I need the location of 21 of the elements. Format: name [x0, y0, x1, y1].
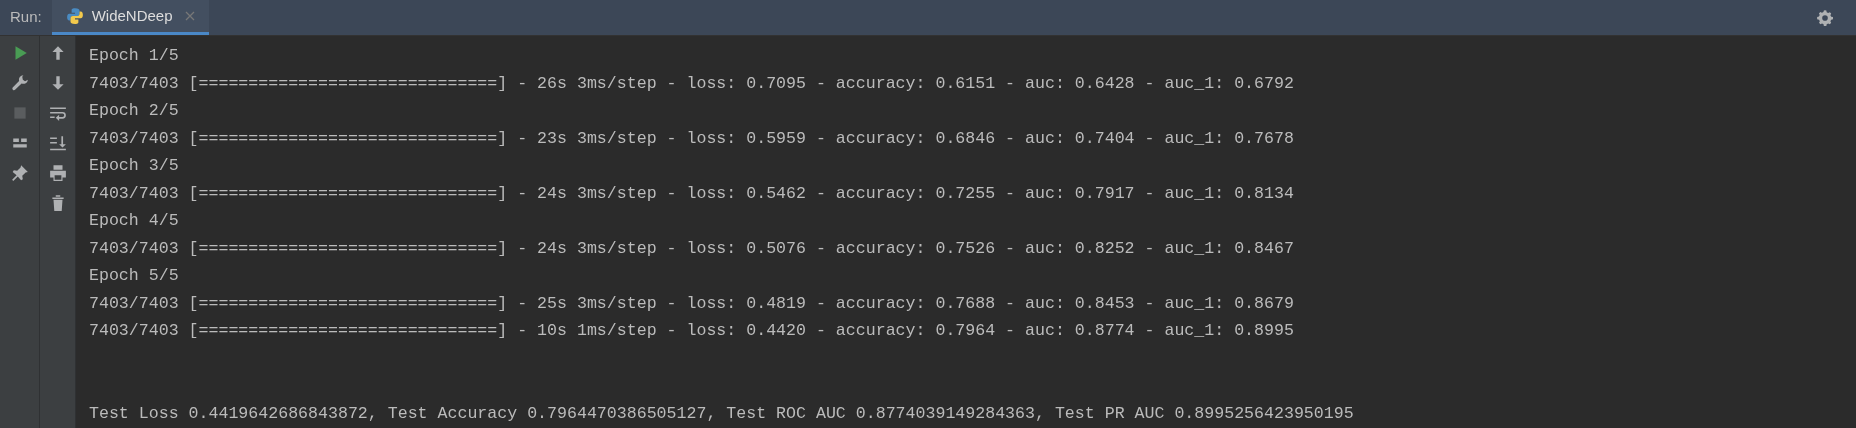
print-icon[interactable]: [48, 164, 67, 182]
pin-icon[interactable]: [10, 164, 29, 182]
console-line: Epoch 3/5: [89, 155, 179, 177]
console-line: 7403/7403 [==============================] - 10s 1ms/step - loss: 0.4420 - accuracy: 0.7964 - auc: 0.8774 - auc_1: 0.8995: [89, 320, 1294, 342]
console-line: 7403/7403 [==============================] - 26s 3ms/step - loss: 0.7095 - accuracy: 0.6151 - auc: 0.6428 - auc_1: 0.6792: [89, 72, 1294, 95]
console-line: 7403/7403 [==============================] - 24s 3ms/step - loss: 0.5462 - accuracy: 0.7255 - auc: 0.7917 - auc_1: 0.8134: [89, 182, 1294, 205]
console-line: Epoch 4/5: [89, 210, 179, 232]
console-line: Epoch 2/5: [89, 100, 179, 122]
settings-icon[interactable]: [1816, 8, 1834, 27]
soft-wrap-icon[interactable]: [48, 104, 67, 122]
console-line: 7403/7403 [==============================] - 25s 3ms/step - loss: 0.4819 - accuracy: 0.7688 - auc: 0.8453 - auc_1: 0.8679: [89, 292, 1294, 315]
wrench-icon[interactable]: [10, 74, 29, 92]
console-line: Epoch 5/5: [89, 265, 179, 287]
result-line: Test Loss 0.4419642686843872, Test Accuracy 0.7964470386505127, Test ROC AUC 0.8774039149284363, Test PR AUC 0.8995256423950195: [89, 402, 1354, 425]
python-icon: [65, 7, 84, 25]
console-line: 7403/7403 [==============================] - 23s 3ms/step - loss: 0.5959 - accuracy: 0.6846 - auc: 0.7404 - auc_1: 0.7678: [89, 127, 1294, 150]
console-line: 7403/7403 [==============================] - 24s 3ms/step - loss: 0.5076 - accuracy: 0.7526 - auc: 0.8252 - auc_1: 0.8467: [89, 237, 1294, 260]
console-line: Epoch 1/5: [89, 45, 179, 67]
panel-label: Run:: [9, 7, 43, 28]
scroll-to-end-icon[interactable]: [48, 134, 67, 152]
run-tab[interactable]: WideNDeep: [51, 0, 209, 35]
